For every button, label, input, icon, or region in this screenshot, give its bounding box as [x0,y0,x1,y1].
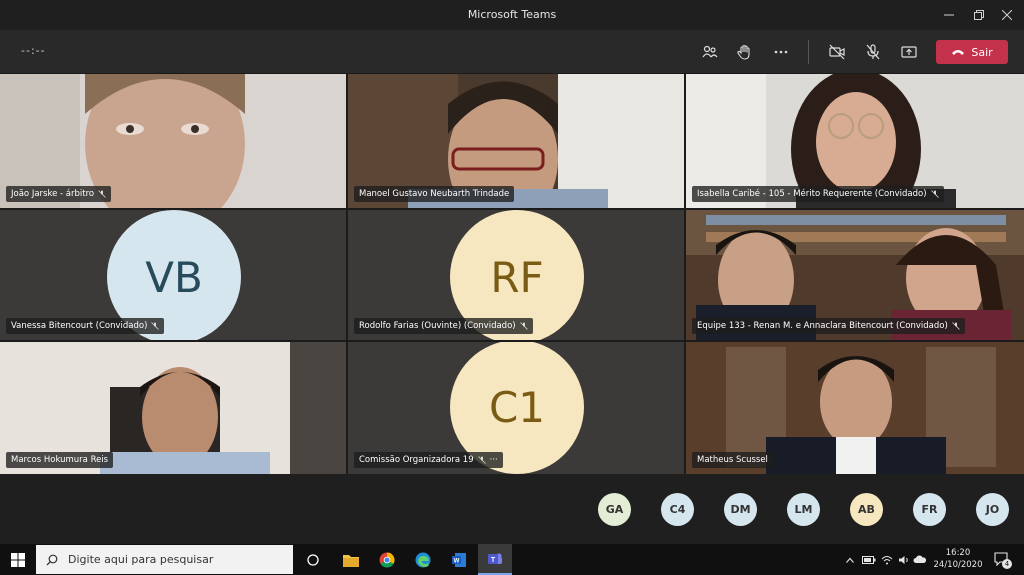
share-icon [901,46,917,58]
participant-roster: GA C4 DM LM AB FR JO [0,474,1024,544]
share-screen-button[interactable] [896,39,922,65]
battery-indicator[interactable] [860,544,878,575]
participant-name: Equipe 133 - Renan M. e Annaclara Bitenc… [692,318,965,334]
mic-off-icon [519,322,528,330]
roster-avatar[interactable]: JO [976,493,1009,526]
participants-button[interactable] [697,39,723,65]
word-icon: W [452,552,466,567]
mic-off-icon [951,322,960,330]
task-view-button[interactable] [296,544,330,575]
video-grid: João Jarske - árbitro Manoel Gustavo Neu… [0,74,1024,474]
camera-toggle-button[interactable] [824,39,850,65]
search-placeholder: Digite aqui para pesquisar [68,553,214,566]
participant-name: Marcos Hokumura Reis [6,452,114,468]
roster-avatar[interactable]: AB [850,493,883,526]
clock-time: 16:20 [945,548,971,558]
mic-toggle-button[interactable] [860,39,886,65]
chrome-icon [379,552,395,568]
battery-icon [862,555,876,564]
notification-badge: 4 [1002,559,1012,569]
roster-avatar[interactable]: DM [724,493,757,526]
participant-tile[interactable]: Isabella Caribé - 105 - Mérito Requerent… [686,74,1024,208]
tray-overflow-button[interactable] [843,544,857,575]
hang-up-icon [952,50,965,55]
participant-tile[interactable]: C1 Comissão Organizadora 19 ··· [348,342,684,474]
people-icon [702,45,718,58]
close-icon [1002,10,1012,20]
wifi-indicator[interactable] [879,544,895,575]
taskbar-app-word[interactable]: W [442,544,476,575]
raise-hand-button[interactable] [732,39,758,65]
participant-name: Isabella Caribé - 105 - Mérito Requerent… [692,186,944,202]
mic-off-icon [151,322,160,330]
cloud-icon [913,555,927,563]
minimize-button[interactable] [932,0,966,30]
teams-icon: T [488,553,502,564]
roster-avatar[interactable]: C4 [661,493,694,526]
participant-tile[interactable]: VB Vanessa Bitencourt (Convidado) [0,210,346,340]
taskbar-clock[interactable]: 16:20 24/10/2020 [928,547,988,571]
participant-name: Rodolfo Farias (Ouvinte) (Convidado) [354,318,533,334]
participant-name: Vanessa Bitencourt (Convidado) [6,318,165,334]
participant-name: Manoel Gustavo Neubarth Trindade [354,186,515,202]
taskbar-search[interactable]: Digite aqui para pesquisar [36,545,293,574]
participant-tile[interactable]: Marcos Hokumura Reis [0,342,346,474]
participant-tile[interactable]: Matheus Scussel [686,342,1024,474]
taskbar-app-explorer[interactable] [334,544,368,575]
hand-icon [737,44,750,60]
leave-button[interactable]: Sair [936,40,1008,64]
mic-off-icon [930,190,939,198]
speaker-icon [899,555,908,564]
window-title: Microsoft Teams [467,8,557,21]
minimize-icon [944,14,954,16]
restore-icon [974,10,984,20]
meeting-timer: --:-- [21,44,46,57]
more-icon [774,50,788,54]
task-view-icon [307,553,319,566]
tile-more-options[interactable]: ··· [490,455,498,465]
roster-avatar[interactable]: GA [598,493,631,526]
start-button[interactable] [0,544,36,575]
folder-icon [343,554,359,567]
participant-name: João Jarske - árbitro [6,186,112,202]
leave-label: Sair [971,45,993,59]
camera-off-icon [829,44,845,60]
taskbar-app-teams[interactable]: T [478,544,512,575]
taskbar-app-chrome[interactable] [370,544,404,575]
edge-icon [415,552,431,567]
participant-tile[interactable]: João Jarske - árbitro [0,74,346,208]
taskbar: Digite aqui para pesquisar W T 16:20 24/… [0,544,1024,575]
taskbar-app-edge[interactable] [406,544,440,575]
svg-text:W: W [454,558,460,564]
mic-off-icon [866,44,880,60]
more-actions-button[interactable] [768,39,794,65]
participant-tile[interactable]: Equipe 133 - Renan M. e Annaclara Bitenc… [686,210,1024,340]
close-button[interactable] [990,0,1024,30]
windows-icon [11,552,25,567]
participant-name: Matheus Scussel [692,452,773,468]
toolbar-divider [808,40,809,64]
clock-date: 24/10/2020 [933,560,983,570]
roster-avatar[interactable]: FR [913,493,946,526]
onedrive-indicator[interactable] [912,544,928,575]
search-icon [46,554,58,565]
participant-tile[interactable]: RF Rodolfo Farias (Ouvinte) (Convidado) [348,210,684,340]
wifi-icon [881,555,893,564]
participant-tile[interactable]: Manoel Gustavo Neubarth Trindade [348,74,684,208]
chevron-up-icon [846,557,854,563]
svg-text:T: T [491,557,496,564]
mic-off-icon [477,456,486,464]
volume-indicator[interactable] [896,544,912,575]
title-bar: Microsoft Teams [0,0,1024,30]
meeting-toolbar: --:-- Sair [0,30,1024,74]
mic-off-icon [98,190,106,198]
participant-name: Comissão Organizadora 19 ··· [354,452,503,468]
roster-avatar[interactable]: LM [787,493,820,526]
